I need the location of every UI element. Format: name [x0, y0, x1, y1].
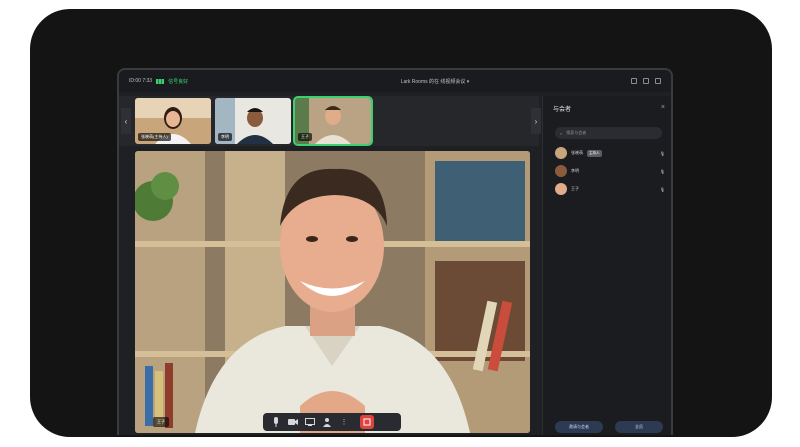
list-item[interactable]: 王子 🎙 — [555, 182, 665, 196]
minimize-icon[interactable] — [631, 78, 637, 84]
maximize-icon[interactable] — [643, 78, 649, 84]
chevron-down-icon: ▾ — [466, 78, 470, 85]
title-bar: ID:00 7:33 信号良好 Lark Rooms 的在 线视频会议 ▾ — [119, 70, 671, 92]
avatar — [555, 165, 567, 177]
panel-title: 与会者 — [553, 107, 572, 113]
chevron-right-icon[interactable]: › — [531, 108, 541, 134]
search-placeholder: 搜索与会者 — [566, 130, 587, 135]
mic-icon: 🎙 — [659, 186, 665, 192]
member-name: 张晓萌 — [571, 150, 583, 155]
mic-icon[interactable] — [271, 417, 281, 427]
list-item[interactable]: 李明 🎙 — [555, 164, 665, 178]
member-name: 王子 — [571, 186, 579, 191]
window-controls — [601, 78, 661, 84]
avatar — [555, 147, 567, 159]
thumbnail-name: 王子 — [298, 133, 312, 141]
meeting-title-text: Lark Rooms 的在 线视频会议 — [400, 78, 466, 85]
thumbnail-name: 张晓萌(主持人) — [138, 133, 171, 141]
host-badge: 主持人 — [587, 149, 602, 157]
participants-panel: 与会者 × ⌕ 搜索与会者 张晓萌 主持人 🎙 李明 🎙 王子 🎙 邀请与会者 … — [542, 96, 671, 435]
network-status: 信号良好 — [168, 78, 189, 85]
signal-icon — [156, 78, 165, 84]
participant-thumbnail-active[interactable]: 王子 — [293, 96, 373, 146]
participant-thumbnail[interactable]: 李明 — [215, 98, 291, 144]
meeting-window: ID:00 7:33 信号良好 Lark Rooms 的在 线视频会议 ▾ ‹ … — [117, 68, 673, 435]
share-screen-icon[interactable] — [305, 417, 315, 427]
meeting-info: ID:00 7:33 — [129, 78, 153, 84]
mic-icon: 🎙 — [659, 168, 665, 174]
avatar — [555, 183, 567, 195]
search-input[interactable]: ⌕ 搜索与会者 — [555, 127, 662, 139]
close-icon[interactable]: × — [661, 104, 665, 111]
camera-icon[interactable] — [288, 417, 298, 427]
participants-icon[interactable] — [322, 417, 332, 427]
participant-thumbnail[interactable]: 张晓萌(主持人) — [135, 98, 211, 144]
meeting-title[interactable]: Lark Rooms 的在 线视频会议 ▾ — [269, 78, 601, 85]
close-icon[interactable] — [655, 78, 661, 84]
end-call-icon — [363, 418, 371, 426]
search-icon: ⌕ — [560, 130, 563, 136]
title-bar-left: ID:00 7:33 信号良好 — [129, 78, 269, 85]
mute-all-button[interactable]: 全员 — [615, 421, 663, 433]
control-bar: ⋮ — [263, 413, 401, 431]
more-icon[interactable]: ⋮ — [339, 417, 349, 427]
main-video[interactable]: 王子 — [135, 151, 530, 433]
gallery-strip: ‹ 张晓萌(主持人) 李明 王子 › — [119, 96, 541, 146]
speaker-name: 王子 — [153, 417, 169, 427]
end-call-button[interactable] — [360, 415, 374, 429]
mic-icon: 🎙 — [659, 150, 665, 156]
chevron-left-icon[interactable]: ‹ — [121, 108, 131, 134]
thumbnail-name: 李明 — [218, 133, 232, 141]
member-name: 李明 — [571, 168, 579, 173]
list-item[interactable]: 张晓萌 主持人 🎙 — [555, 146, 665, 160]
speaker-video-icon — [135, 151, 530, 433]
invite-button[interactable]: 邀请与会者 — [555, 421, 603, 433]
